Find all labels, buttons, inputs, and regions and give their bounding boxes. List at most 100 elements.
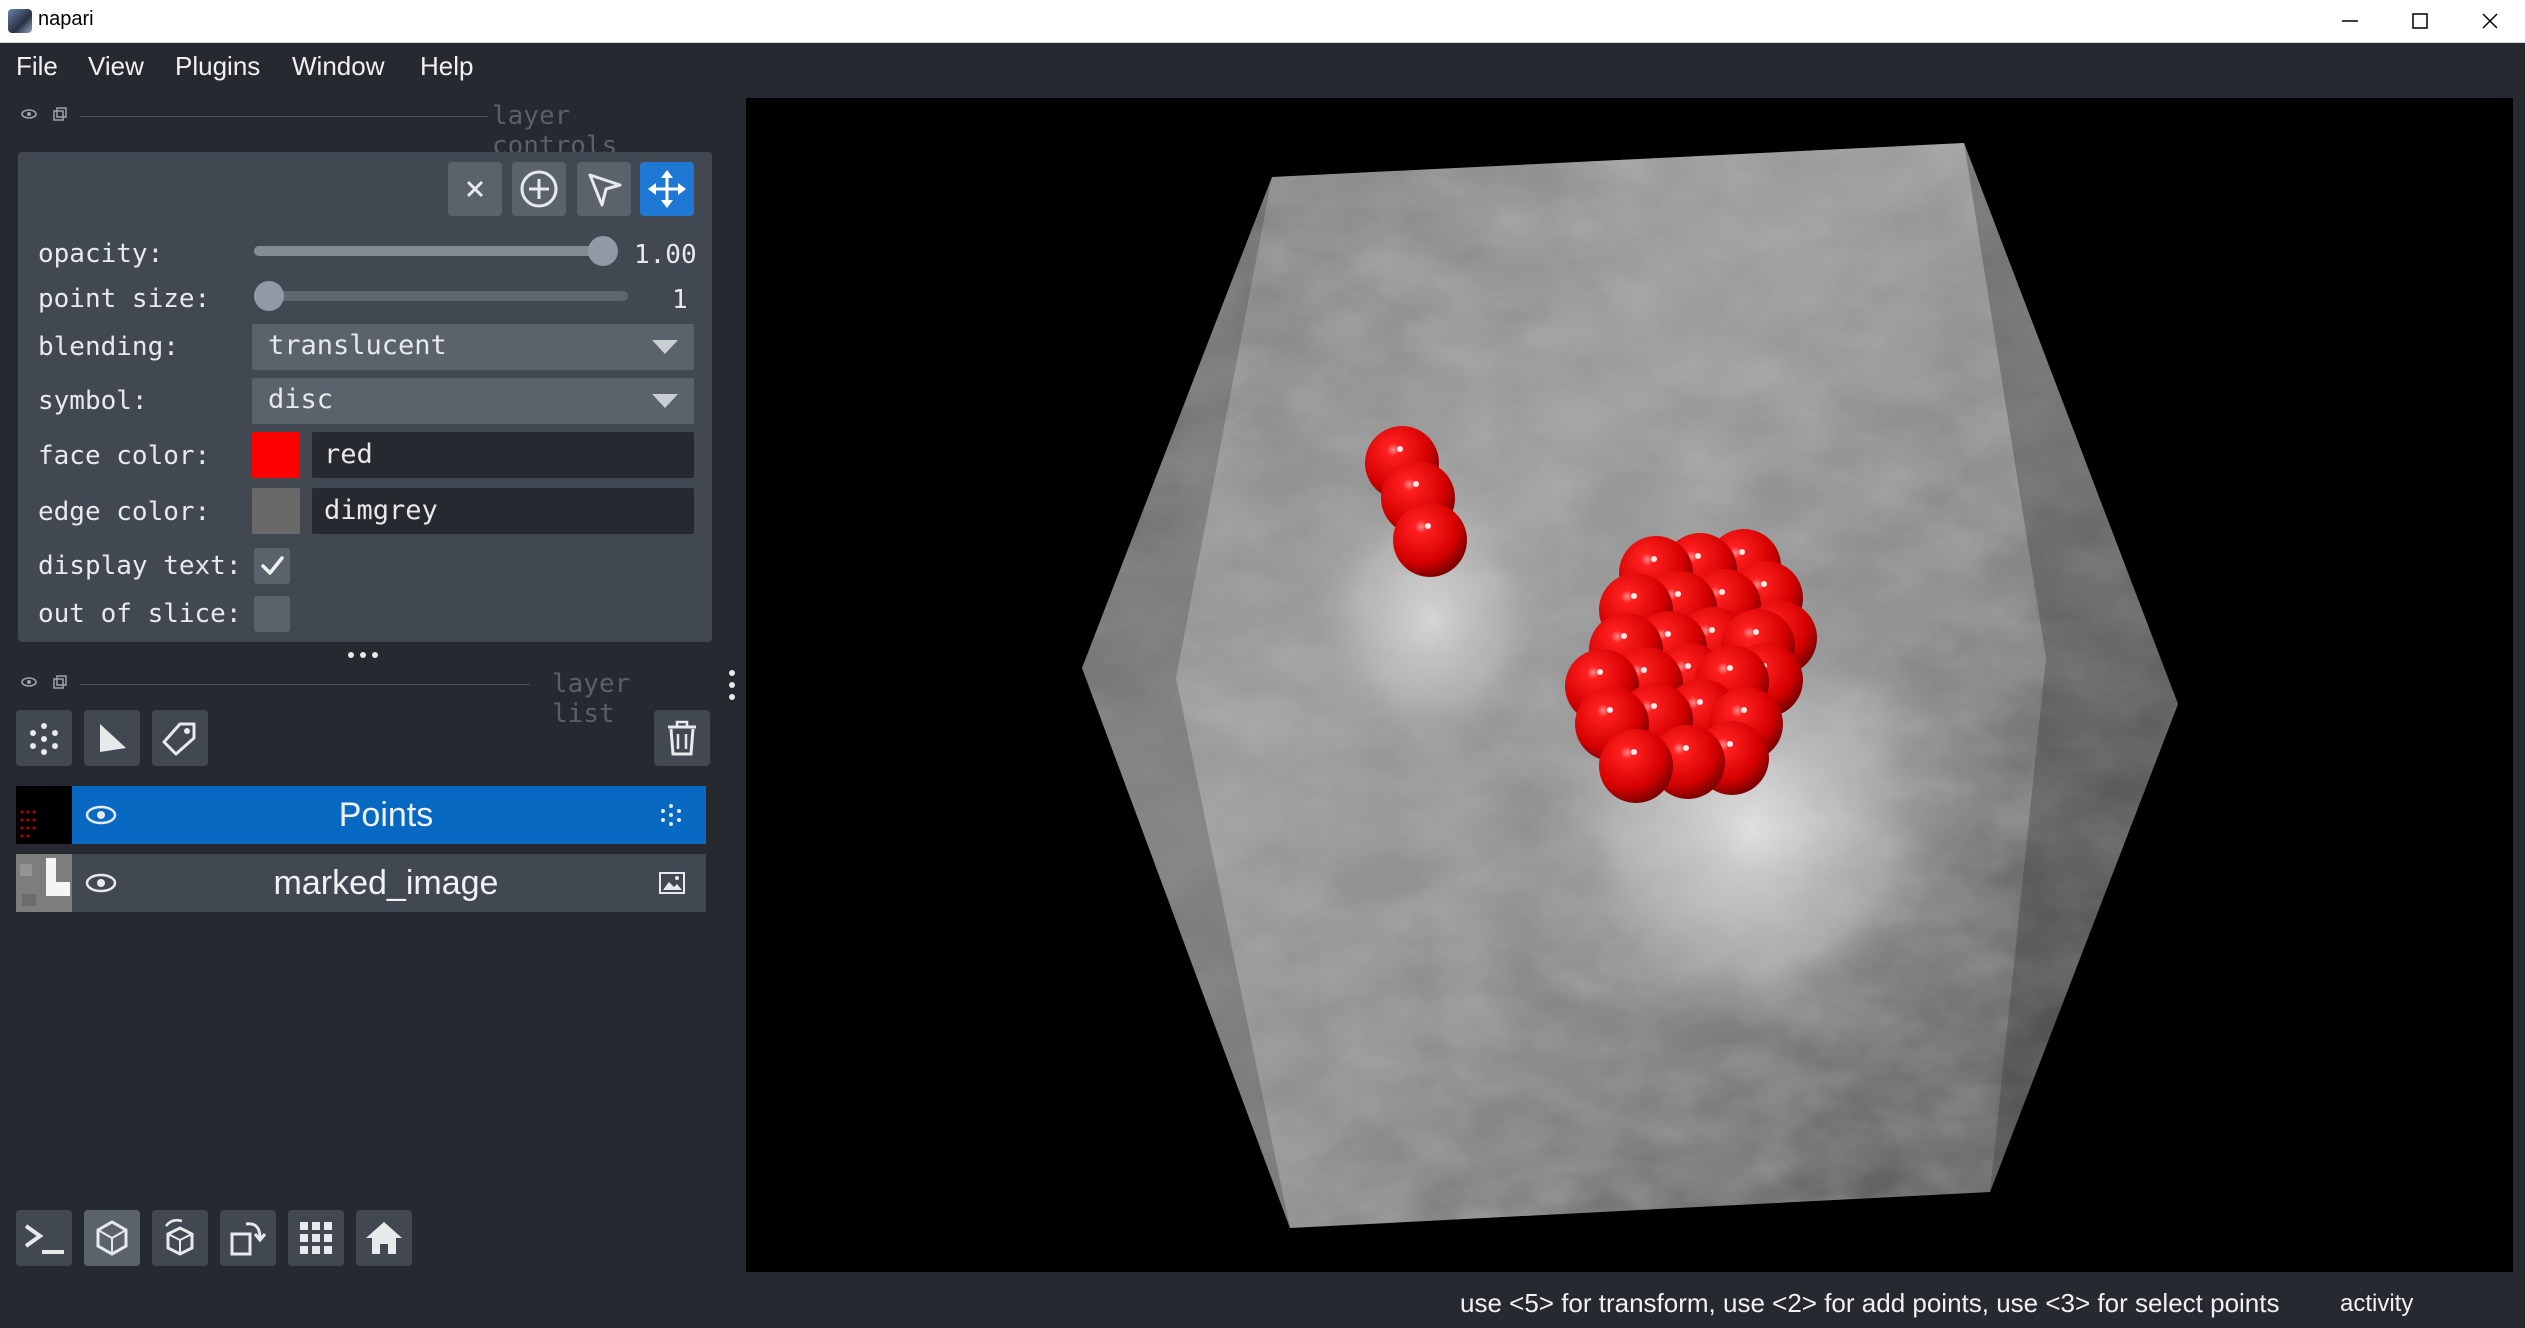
- minimize-button[interactable]: [2315, 0, 2385, 42]
- close-window-button[interactable]: [2455, 0, 2525, 42]
- transpose-icon: [230, 1222, 267, 1256]
- menu-file[interactable]: File: [16, 51, 58, 82]
- menu-help[interactable]: Help: [420, 51, 473, 82]
- add-points-button[interactable]: [512, 162, 566, 216]
- layer-name[interactable]: marked_image: [106, 864, 666, 903]
- sphere-highlight: [1719, 589, 1725, 595]
- maximize-button[interactable]: [2385, 0, 2455, 42]
- display-text-checkbox[interactable]: [254, 548, 290, 584]
- edge-color-input[interactable]: dimgrey: [312, 488, 694, 534]
- sphere-highlight: [1683, 745, 1689, 751]
- splitter-handle-icon[interactable]: [346, 650, 380, 660]
- opacity-value: 1.00: [634, 240, 697, 270]
- sphere-highlight: [1761, 581, 1767, 587]
- menu-window[interactable]: Window: [292, 51, 384, 82]
- move-arrows-icon: [648, 170, 686, 208]
- face-color-input[interactable]: red: [312, 432, 694, 478]
- sphere-highlight: [1753, 629, 1759, 635]
- points-icon: [30, 723, 58, 755]
- sphere-highlight: [1641, 667, 1647, 673]
- blending-dropdown[interactable]: translucent: [252, 324, 694, 370]
- opacity-slider-handle[interactable]: [588, 236, 618, 266]
- sphere-highlight: [1425, 523, 1431, 529]
- face-color-swatch[interactable]: [252, 432, 300, 478]
- status-message: use <5> for transform, use <2> for add p…: [1460, 1288, 2280, 1318]
- more-options-icon[interactable]: [726, 668, 738, 702]
- face-color-label: face color:: [38, 441, 211, 471]
- window-title: napari: [38, 8, 94, 30]
- reset-view-button[interactable]: [356, 1210, 412, 1266]
- blending-label: blending:: [38, 332, 179, 362]
- sphere-highlight: [1621, 633, 1627, 639]
- layer-row-points[interactable]: Points: [16, 786, 706, 844]
- out-of-slice-label: out of slice:: [38, 599, 242, 629]
- float-eye-icon[interactable]: [20, 107, 38, 121]
- point-size-slider[interactable]: [254, 291, 628, 301]
- shapes-icon: [100, 724, 126, 752]
- layer-thumbnail: [16, 786, 72, 844]
- status-bar: use <5> for transform, use <2> for add p…: [0, 1280, 2525, 1328]
- undock-icon[interactable]: [52, 675, 68, 691]
- sphere-highlight: [1607, 707, 1613, 713]
- float-eye-icon[interactable]: [20, 675, 38, 689]
- face-color-value: red: [324, 439, 373, 470]
- close-icon: [466, 180, 484, 198]
- menu-plugins[interactable]: Plugins: [175, 51, 260, 82]
- new-labels-layer-button[interactable]: [152, 710, 208, 766]
- trash-icon: [668, 720, 696, 756]
- opacity-slider-fill: [254, 246, 604, 256]
- select-points-button[interactable]: [577, 162, 631, 216]
- layer-name[interactable]: Points: [106, 796, 666, 835]
- sphere-highlight: [1739, 549, 1745, 555]
- add-circle-icon: [520, 170, 558, 208]
- close-icon: [2482, 13, 2498, 29]
- activity-indicator[interactable]: activity: [2340, 1290, 2413, 1318]
- edge-color-swatch[interactable]: [252, 488, 300, 534]
- undock-icon[interactable]: [52, 107, 68, 123]
- sphere-highlight: [1709, 627, 1715, 633]
- viewer-canvas[interactable]: [746, 98, 2513, 1272]
- sphere-highlight: [1727, 741, 1733, 747]
- pointer-arrow-icon: [588, 173, 622, 207]
- out-of-slice-checkbox[interactable]: [254, 596, 290, 632]
- minimize-icon: [2342, 20, 2358, 22]
- sphere-highlight: [1727, 665, 1733, 671]
- opacity-label: opacity:: [38, 239, 164, 269]
- new-points-layer-button[interactable]: [16, 710, 72, 766]
- blending-value: translucent: [268, 330, 447, 361]
- layer-row-marked-image[interactable]: marked_image: [16, 854, 706, 912]
- points-thumbnail-icon: [20, 810, 36, 838]
- menu-view[interactable]: View: [88, 51, 144, 82]
- image-icon: [659, 872, 685, 894]
- cube-rotate-icon: [165, 1218, 194, 1256]
- point-size-slider-handle[interactable]: [254, 281, 284, 311]
- new-shapes-layer-button[interactable]: [84, 710, 140, 766]
- grid-mode-button[interactable]: [288, 1210, 344, 1266]
- layer-thumbnail: [16, 854, 72, 912]
- sphere-highlight: [1741, 707, 1747, 713]
- chevron-down-icon: [652, 340, 678, 354]
- pan-zoom-button[interactable]: [640, 162, 694, 216]
- sphere-highlight: [1631, 749, 1637, 755]
- edge-color-label: edge color:: [38, 497, 211, 527]
- sphere-highlight: [1697, 699, 1703, 705]
- checkmark-icon: [261, 556, 284, 575]
- grid-icon: [300, 1222, 332, 1254]
- symbol-dropdown[interactable]: disc: [252, 378, 694, 424]
- delete-points-button[interactable]: [448, 162, 502, 216]
- home-icon: [366, 1222, 402, 1254]
- image-thumbnail-icon: [16, 854, 72, 912]
- delete-layer-button[interactable]: [654, 710, 710, 766]
- sphere-highlight: [1397, 446, 1403, 452]
- sphere-highlight: [1665, 631, 1671, 637]
- sphere-highlight: [1695, 553, 1701, 559]
- point-sphere: [1393, 503, 1467, 577]
- toggle-ndisplay-button[interactable]: [84, 1210, 140, 1266]
- points-icon: [661, 804, 681, 826]
- roll-dimensions-button[interactable]: [152, 1210, 208, 1266]
- transpose-button[interactable]: [220, 1210, 276, 1266]
- sphere-highlight: [1651, 703, 1657, 709]
- sphere-highlight: [1651, 556, 1657, 562]
- console-button[interactable]: [16, 1210, 72, 1266]
- layer-list-header: layer list: [18, 669, 708, 729]
